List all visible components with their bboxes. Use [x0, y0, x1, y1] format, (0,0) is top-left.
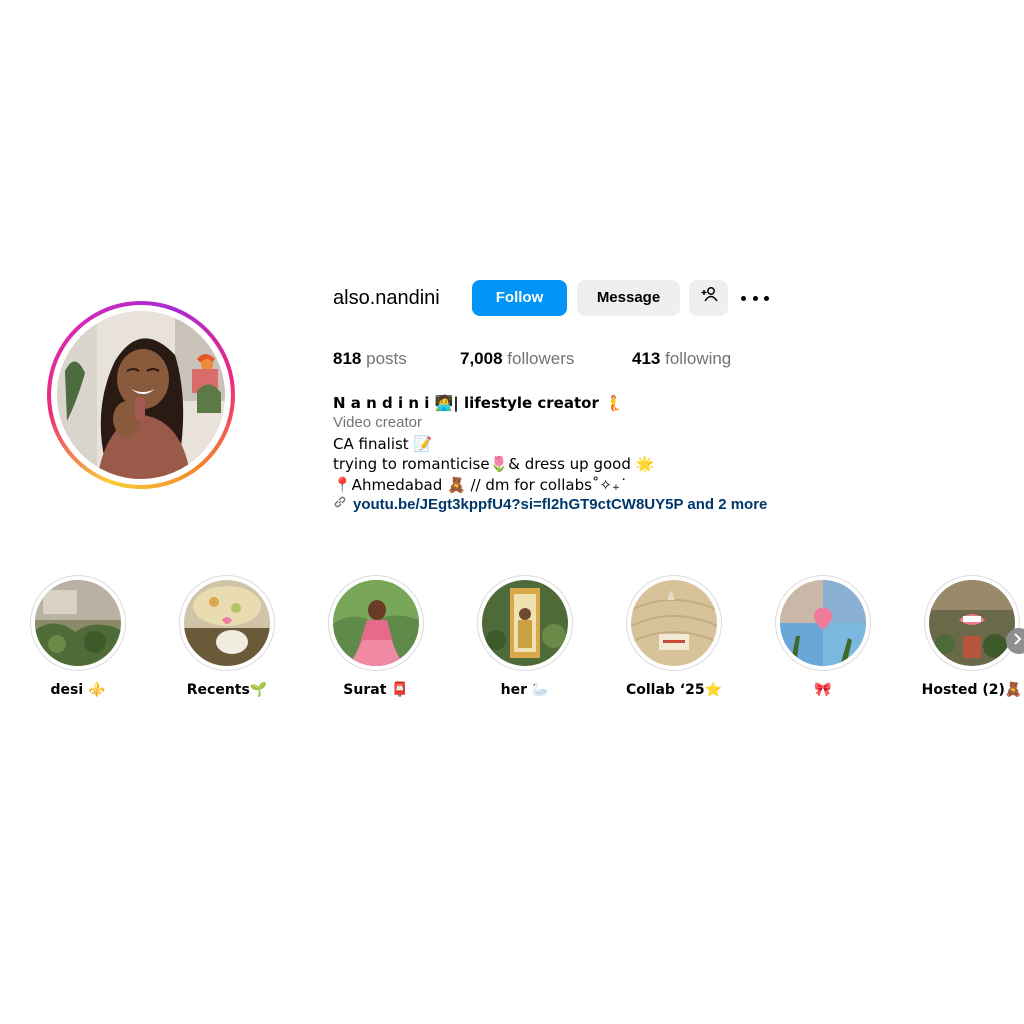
bio-link[interactable]: youtu.be/JEgt3kppfU4?si=fl2hGT9ctCW8UY5P… [333, 495, 933, 515]
highlight-cover [35, 580, 121, 666]
highlight-cover [184, 580, 270, 666]
story-highlight[interactable]: Collab ‘25⭐ [619, 575, 729, 699]
bio-link-text[interactable]: youtu.be/JEgt3kppfU4?si=fl2hGT9ctCW8UY5P… [353, 495, 767, 515]
highlight-label: her 🦢 [500, 682, 550, 698]
message-button[interactable]: Message [577, 280, 680, 316]
story-highlight[interactable]: 🎀 [768, 575, 878, 699]
story-highlight[interactable]: Surat 📮 [321, 575, 431, 699]
follow-button[interactable]: Follow [472, 280, 567, 316]
avatar-photo [57, 311, 225, 479]
highlight-cover [929, 580, 1015, 666]
bio-category: Video creator [333, 414, 422, 432]
bio-line: 📍Ahmedabad 🧸 // dm for collabs˚✧₊˙ [333, 475, 628, 494]
highlight-cover [631, 580, 717, 666]
highlight-cover [780, 580, 866, 666]
highlight-cover [333, 580, 419, 666]
story-highlight[interactable]: her 🦢 [470, 575, 580, 699]
posts-stat[interactable]: 818 posts [333, 348, 407, 370]
highlight-label: 🎀 [814, 682, 832, 698]
highlight-label: Recents🌱 [186, 682, 268, 698]
person-plus-icon [700, 280, 718, 316]
highlight-label: Hosted (2)🧸 [921, 682, 1023, 698]
story-highlight[interactable]: desi ⚜️ [23, 575, 133, 699]
story-highlight[interactable]: Recents🌱 [172, 575, 282, 699]
bio-line: CA finalist 📝 [333, 434, 433, 453]
link-icon [333, 495, 347, 515]
profile-username: also.nandini [333, 287, 440, 309]
more-options-icon[interactable] [741, 286, 769, 310]
highlight-label: Surat 📮 [343, 682, 409, 698]
followers-stat[interactable]: 7,008 followers [460, 348, 574, 370]
profile-page: also.nandini Follow Message 818 posts 7,… [0, 0, 1024, 1024]
suggested-accounts-button[interactable] [689, 280, 728, 316]
highlight-cover [482, 580, 568, 666]
highlight-label: desi ⚜️ [50, 682, 106, 698]
profile-bio: N a n d i n i 🧑‍💻| lifestyle creator 🧜 V… [333, 393, 933, 515]
following-stat[interactable]: 413 following [632, 348, 731, 370]
highlight-label: Collab ‘25⭐ [625, 682, 723, 698]
profile-avatar[interactable] [47, 301, 235, 489]
bio-line: trying to romanticise🌷& dress up good 🌟 [333, 455, 655, 474]
bio-name: N a n d i n i 🧑‍💻| lifestyle creator 🧜 [333, 394, 623, 412]
chevron-right-icon [1013, 632, 1023, 650]
